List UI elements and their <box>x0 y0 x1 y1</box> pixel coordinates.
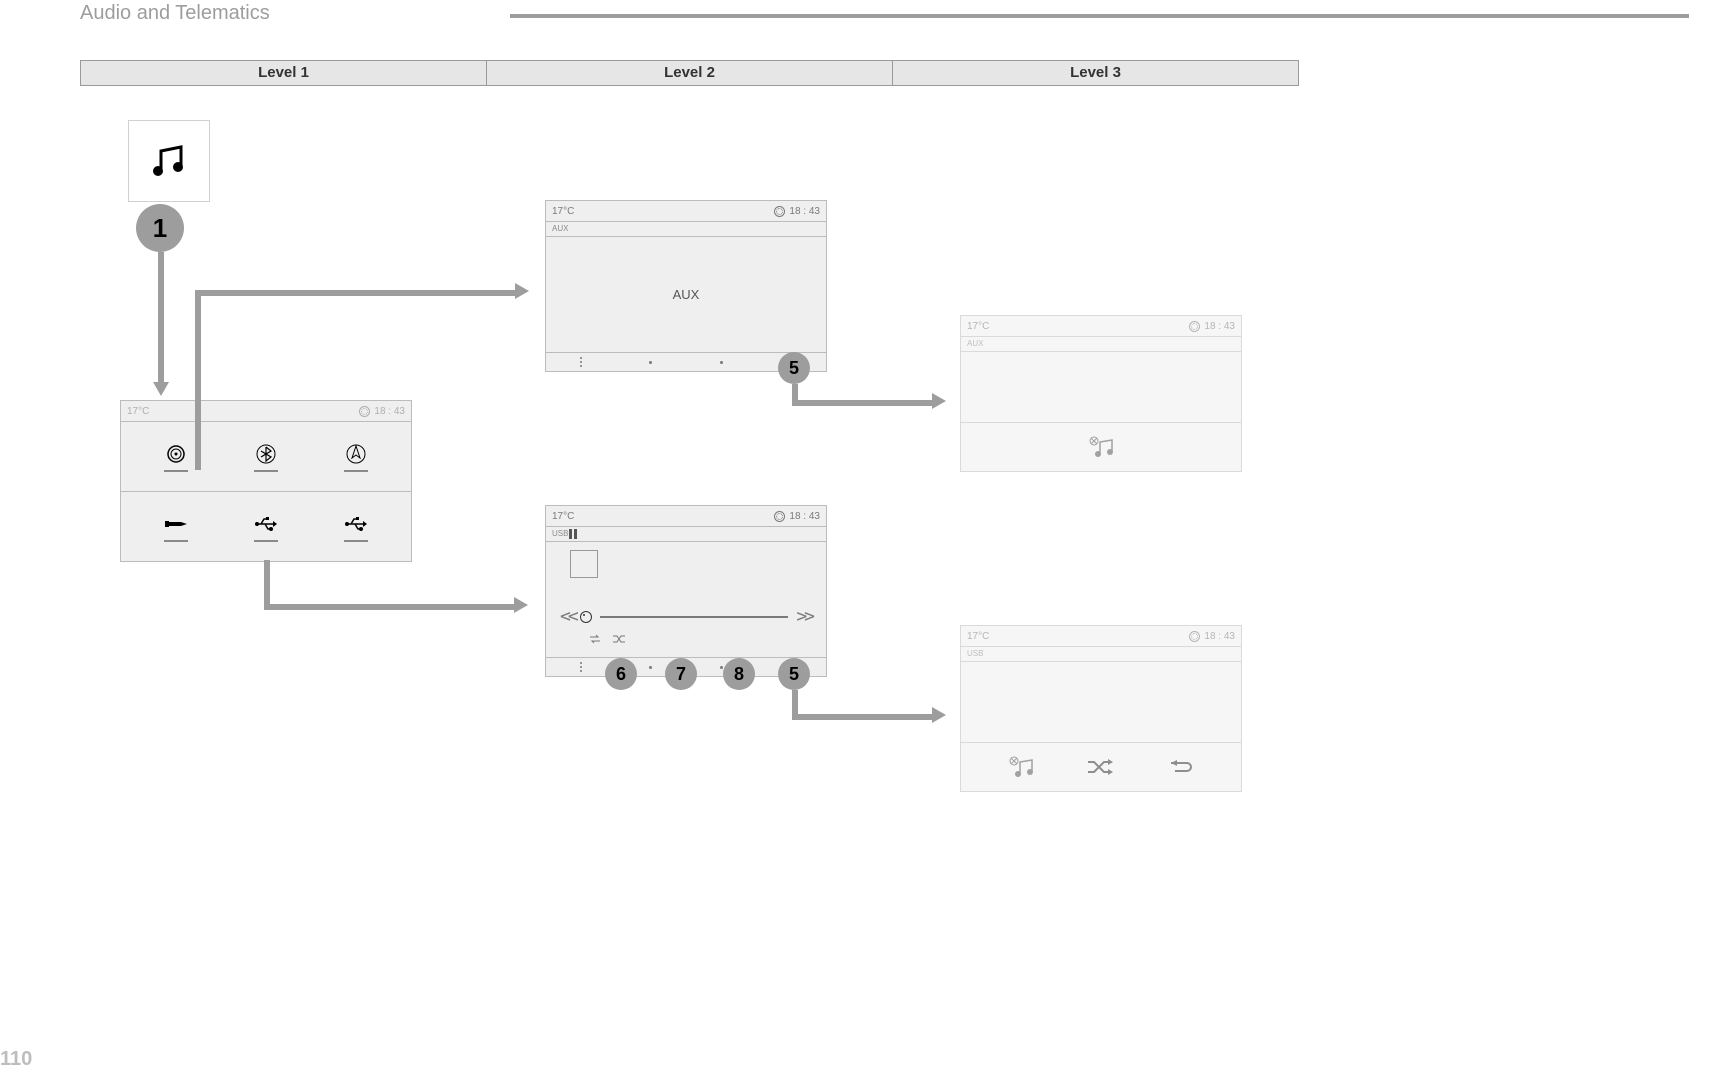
callout-6: 6 <box>605 658 637 690</box>
arrow-line <box>264 560 270 610</box>
status-temp: 17°C <box>552 206 574 217</box>
level-2-header: Level 2 <box>487 61 893 85</box>
callout-1: 1 <box>136 204 184 252</box>
gear-icon <box>1189 321 1200 332</box>
callout-5: 5 <box>778 352 810 384</box>
dot-icon <box>649 361 652 364</box>
page-number: 110 <box>0 1048 32 1071</box>
source-aux-jack-icon <box>164 512 188 542</box>
screen-source-select: 17°C 18 : 43 <box>120 400 412 562</box>
status-temp: 17°C <box>967 631 989 642</box>
arrow-head-right <box>932 393 946 409</box>
arrow-head-right <box>514 597 528 613</box>
media-mode-tile <box>128 120 210 202</box>
screen-usb-settings: 17°C 18 : 43 USB <box>960 625 1242 792</box>
aux-tag: AUX <box>961 337 1241 352</box>
menu-icon <box>580 662 582 672</box>
screen-aux-settings: 17°C 18 : 43 AUX <box>960 315 1242 472</box>
section-title: Audio and Telematics <box>80 2 270 25</box>
arrow-line <box>792 714 932 720</box>
album-art-placeholder <box>570 550 598 578</box>
arrow-line <box>158 252 164 382</box>
status-temp: 17°C <box>127 406 149 417</box>
callout-7: 7 <box>665 658 697 690</box>
arrow-line <box>195 290 515 296</box>
usb-tag: USB <box>552 527 568 541</box>
dot-icon <box>720 666 723 669</box>
aux-tag: AUX <box>546 222 826 237</box>
header-rule <box>510 14 1689 18</box>
level-header: Level 1 Level 2 Level 3 <box>80 60 1299 86</box>
status-time: 18 : 43 <box>374 406 405 417</box>
gear-icon <box>774 206 785 217</box>
arrow-line <box>195 290 201 470</box>
arrow-line <box>792 400 932 406</box>
aux-center-label: AUX <box>673 287 700 302</box>
level-1-header: Level 1 <box>81 61 487 85</box>
prev-icon: << <box>560 606 576 627</box>
page: Audio and Telematics 110 Level 1 Level 2… <box>0 0 1709 1083</box>
repeat-icon <box>1166 758 1194 776</box>
gear-icon <box>774 511 785 522</box>
source-usb2-icon <box>344 512 368 542</box>
shuffle-icon <box>1087 758 1113 776</box>
arrow-head-right <box>515 283 529 299</box>
source-usb1-icon <box>254 512 278 542</box>
repeat-mini-icon <box>588 633 602 645</box>
usb-tag: USB <box>961 647 1241 662</box>
status-time: 18 : 43 <box>1204 631 1235 642</box>
callout-8: 8 <box>723 658 755 690</box>
arrow-head-right <box>932 707 946 723</box>
gear-icon <box>359 406 370 417</box>
next-icon: >> <box>796 606 812 627</box>
status-temp: 17°C <box>967 321 989 332</box>
screen-usb: 17°C 18 : 43 USB << >> <box>545 505 827 677</box>
arrow-line <box>264 604 514 610</box>
audio-settings-icon <box>1008 756 1034 778</box>
status-temp: 17°C <box>552 511 574 522</box>
status-time: 18 : 43 <box>1204 321 1235 332</box>
status-time: 18 : 43 <box>789 511 820 522</box>
audio-settings-icon <box>1088 436 1114 458</box>
source-bluetooth-icon <box>254 442 278 472</box>
level-3-header: Level 3 <box>893 61 1298 85</box>
screen-aux: 17°C 18 : 43 AUX AUX <box>545 200 827 372</box>
dot-icon <box>720 361 723 364</box>
menu-icon <box>580 357 582 367</box>
arrow-head-down <box>153 382 169 396</box>
dot-icon <box>649 666 652 669</box>
source-nav-icon <box>344 442 368 472</box>
status-time: 18 : 43 <box>789 206 820 217</box>
progress-track <box>600 616 789 618</box>
shuffle-mini-icon <box>612 633 626 645</box>
pause-icon <box>568 529 578 539</box>
music-note-icon <box>149 141 189 181</box>
gear-icon <box>1189 631 1200 642</box>
callout-5b: 5 <box>778 658 810 690</box>
source-disc-icon <box>164 442 188 472</box>
